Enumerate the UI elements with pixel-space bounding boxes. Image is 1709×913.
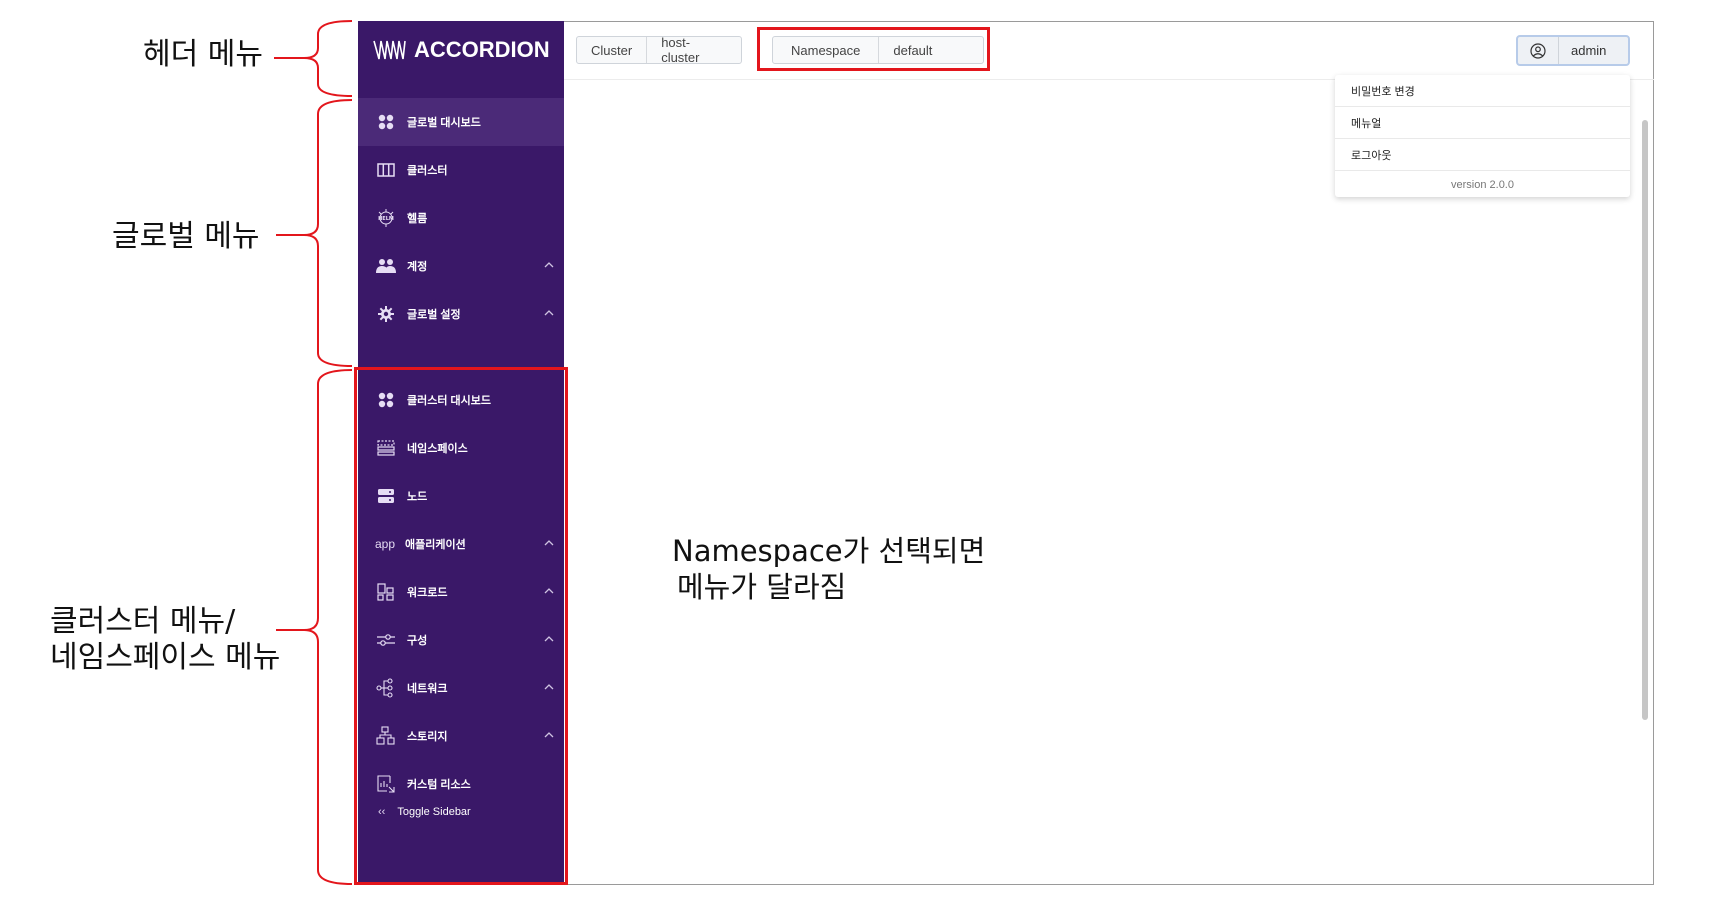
cluster-bracket — [303, 369, 353, 885]
sidebar-item-helm[interactable]: HELM 헬름 — [358, 194, 564, 242]
sidebar-item-cluster[interactable]: 클러스터 — [358, 146, 564, 194]
header-bracket — [303, 20, 353, 97]
menu-item-logout[interactable]: 로그아웃 — [1335, 139, 1630, 171]
cluster-icon — [375, 161, 397, 179]
logo-text: ACCORDION — [414, 37, 550, 62]
chevron-up-icon — [544, 307, 554, 319]
svg-text:HELM: HELM — [378, 216, 394, 222]
accordion-logo-icon — [373, 40, 406, 60]
menu-item-change-password[interactable]: 비밀번호 변경 — [1335, 75, 1630, 107]
user-name: admin — [1558, 37, 1606, 64]
sidebar-item-global-settings[interactable]: 글로벌 설정 — [358, 290, 564, 338]
menu-item-manual[interactable]: 메뉴얼 — [1335, 107, 1630, 139]
users-icon — [375, 257, 397, 275]
sidebar-item-label: 글로벌 대시보드 — [407, 117, 481, 129]
cluster-menu-highlight — [354, 367, 568, 885]
annotation-namespace-note-line1: Namespace가 선택되면 — [672, 534, 986, 568]
cluster-selector[interactable]: Cluster host-cluster — [576, 35, 742, 65]
helm-icon: HELM — [375, 209, 397, 227]
sidebar-item-label: 글로벌 설정 — [407, 309, 461, 321]
user-circle-icon — [1518, 42, 1558, 59]
namespace-highlight — [757, 27, 990, 71]
gear-icon — [375, 305, 397, 323]
sidebar-item-account[interactable]: 계정 — [358, 242, 564, 290]
cluster-label: Cluster — [591, 42, 633, 58]
user-menu-button[interactable]: admin — [1516, 35, 1630, 66]
global-bracket — [303, 99, 353, 367]
sidebar-item-label: 계정 — [407, 261, 428, 273]
dashboard-icon — [375, 113, 397, 131]
user-dropdown-menu: 비밀번호 변경 메뉴얼 로그아웃 version 2.0.0 — [1335, 75, 1630, 197]
logo[interactable]: ACCORDION — [372, 37, 550, 63]
sidebar-item-label: 헬름 — [407, 213, 428, 225]
sidebar-item-global-dashboard[interactable]: 글로벌 대시보드 — [358, 98, 564, 146]
annotation-namespace-note-line2: 메뉴가 달라짐 — [677, 570, 847, 604]
version-text: version 2.0.0 — [1451, 179, 1514, 191]
chevron-up-icon — [544, 259, 554, 271]
scrollbar[interactable] — [1642, 120, 1648, 720]
sidebar-item-label: 클러스터 — [407, 165, 448, 177]
cluster-value: host-cluster — [646, 35, 741, 65]
